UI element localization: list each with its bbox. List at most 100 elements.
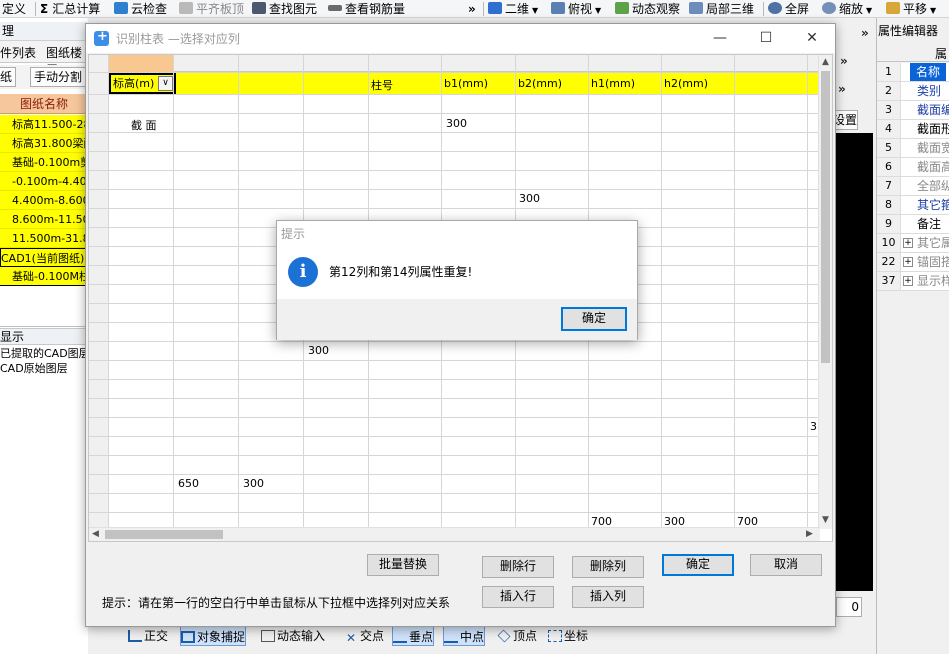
top-view-dropdown[interactable]: 俯视 ▼ — [551, 1, 601, 17]
grid-cell[interactable]: 300 — [308, 344, 329, 357]
ortho-icon — [128, 630, 142, 642]
view-rebar-button[interactable]: 查看钢筋量 — [328, 1, 405, 17]
list-item-current[interactable]: CAD1(当前图纸) — [0, 248, 88, 267]
horizontal-scroll-thumb[interactable] — [105, 530, 223, 539]
list-item[interactable]: 标高31.800梁配 — [0, 134, 88, 153]
grid-row-line — [89, 341, 820, 342]
message-ok-button[interactable]: 确定 — [561, 307, 627, 331]
expand-plus-icon[interactable]: + — [903, 276, 913, 286]
zoom-dropdown[interactable]: 缩放 ▼ — [822, 1, 872, 17]
scroll-up-icon[interactable]: ▲ — [822, 57, 829, 67]
list-item[interactable]: 标高11.500-28 — [0, 115, 88, 134]
dynamic-input-toggle[interactable]: 动态输入 — [261, 626, 325, 646]
drawing-button[interactable]: 纸 — [0, 67, 17, 87]
drawing-canvas[interactable] — [836, 133, 873, 591]
tab-component-list[interactable]: 件列表 — [0, 44, 36, 61]
expand-plus-icon[interactable]: + — [903, 257, 913, 267]
intersection-snap-toggle[interactable]: ✕ 交点 — [344, 626, 384, 646]
pan-dropdown[interactable]: 平移 ▼ — [886, 1, 936, 17]
maximize-button[interactable]: ☐ — [743, 24, 789, 53]
header-b1[interactable]: b1(mm) — [444, 77, 488, 90]
vertical-scrollbar[interactable]: ▲ ▼ — [818, 55, 832, 529]
header-h1[interactable]: h1(mm) — [591, 77, 635, 90]
spin-input[interactable]: 0 — [836, 597, 862, 617]
expand-chevron-icon[interactable]: » — [838, 82, 846, 96]
list-item[interactable]: -0.100m-4.40 — [0, 172, 88, 191]
grid-column-line — [108, 55, 109, 529]
manual-split-button[interactable]: 手动分割 — [30, 67, 87, 87]
property-row-number: 6 — [877, 158, 901, 176]
fullscreen-button[interactable]: 全屏 — [768, 1, 809, 17]
property-row[interactable]: 3 截面编 — [877, 101, 949, 120]
define-button[interactable]: 定义 — [2, 1, 26, 17]
dynamic-orbit-button[interactable]: 动态观察 — [615, 1, 680, 17]
delete-row-button[interactable]: 删除行 — [482, 556, 554, 578]
grid-cell[interactable]: 300 — [519, 192, 540, 205]
list-item[interactable]: 8.600m-11.500 — [0, 210, 88, 229]
property-name: 显示样 — [917, 274, 949, 288]
summary-calc-button[interactable]: Σ 汇总计算 — [40, 1, 100, 17]
cancel-button[interactable]: 取消 — [750, 554, 822, 576]
cloud-check-button[interactable]: 云检查 — [114, 1, 167, 17]
property-row-number: 5 — [877, 139, 901, 157]
perpendicular-snap-toggle[interactable]: 垂点 — [392, 626, 435, 646]
list-item[interactable]: 基础-0.100M柱 — [0, 267, 88, 286]
scroll-left-icon[interactable]: ◀ — [92, 529, 99, 539]
chevron-down-icon[interactable]: ∨ — [158, 76, 173, 91]
align-slab-top-button[interactable]: 平齐板顶 — [179, 1, 244, 17]
display-panel-title: 显示 — [0, 328, 88, 345]
header-b2[interactable]: b2(mm) — [518, 77, 562, 90]
expand-chevron-icon[interactable]: » — [840, 54, 848, 68]
local-3d-button[interactable]: 局部三维 — [689, 1, 754, 17]
dialog-title: 识别柱表 —选择对应列 — [116, 32, 240, 46]
property-row[interactable]: 7 全部纵 — [877, 177, 949, 196]
view-2d-dropdown[interactable]: 二维 ▼ — [488, 1, 538, 17]
vertical-scroll-thumb[interactable] — [821, 71, 830, 363]
list-item[interactable]: 4.400m-8.600m — [0, 191, 88, 210]
insert-row-button[interactable]: 插入行 — [482, 586, 554, 608]
grid-row-line — [89, 455, 820, 456]
horizontal-scrollbar[interactable]: ◀ ▶ — [89, 527, 820, 541]
property-row[interactable]: 8 其它箍 — [877, 196, 949, 215]
property-row[interactable]: 22 + 锚固搭 — [877, 253, 949, 272]
coordinate-snap-toggle[interactable]: 坐标 — [548, 626, 588, 646]
list-item[interactable]: 11.500m-31.80 — [0, 229, 88, 248]
property-row[interactable]: 6 截面高 — [877, 158, 949, 177]
scroll-down-icon[interactable]: ▼ — [822, 515, 829, 525]
grid-cell[interactable]: 300 — [446, 117, 467, 130]
list-item[interactable]: 基础-0.100m剪 — [0, 153, 88, 172]
header-column-id[interactable]: 柱号 — [371, 77, 393, 93]
close-button[interactable]: ✕ — [789, 24, 835, 53]
insert-column-button[interactable]: 插入列 — [572, 586, 644, 608]
property-row[interactable]: 4 截面形 — [877, 120, 949, 139]
ok-button[interactable]: 确定 — [662, 554, 734, 576]
original-cad-layer-item[interactable]: CAD原始图层 — [0, 361, 88, 376]
minimize-button[interactable]: — — [697, 24, 743, 53]
header-h2[interactable]: h2(mm) — [664, 77, 708, 90]
expand-plus-icon[interactable]: + — [903, 238, 913, 248]
ortho-toggle[interactable]: 正交 — [128, 626, 168, 646]
expand-chevron-icon[interactable]: » — [861, 26, 869, 40]
find-element-button[interactable]: 查找图元 — [252, 1, 317, 17]
extracted-cad-layer-item[interactable]: 已提取的CAD图层 — [0, 346, 88, 361]
grid-cell[interactable]: 300 — [243, 477, 264, 490]
midpoint-snap-toggle[interactable]: 中点 — [443, 626, 486, 646]
delete-column-button[interactable]: 删除列 — [572, 556, 644, 578]
toolbar-overflow[interactable]: » — [468, 1, 476, 17]
property-row[interactable]: 10 + 其它属 — [877, 234, 949, 253]
elevation-column-combobox[interactable]: 标高(m) ∨ — [109, 73, 176, 94]
property-name: 截面宽 — [917, 141, 949, 155]
property-row[interactable]: 1 名称 — [877, 63, 949, 82]
batch-replace-button[interactable]: 批量替换 — [367, 554, 439, 576]
object-snap-toggle[interactable]: 对象捕捉 — [180, 626, 247, 646]
section-cell[interactable]: 截 面 — [131, 117, 157, 133]
property-row[interactable]: 9 备注 — [877, 215, 949, 234]
property-row[interactable]: 5 截面宽 — [877, 139, 949, 158]
vertex-snap-toggle[interactable]: 顶点 — [497, 626, 537, 646]
grid-cell[interactable]: 650 — [178, 477, 199, 490]
object-snap-icon — [181, 631, 195, 643]
scroll-right-icon[interactable]: ▶ — [806, 529, 813, 539]
property-row[interactable]: 37 + 显示样 — [877, 272, 949, 291]
property-row[interactable]: 2 类别 — [877, 82, 949, 101]
grid-row-line — [89, 360, 820, 361]
